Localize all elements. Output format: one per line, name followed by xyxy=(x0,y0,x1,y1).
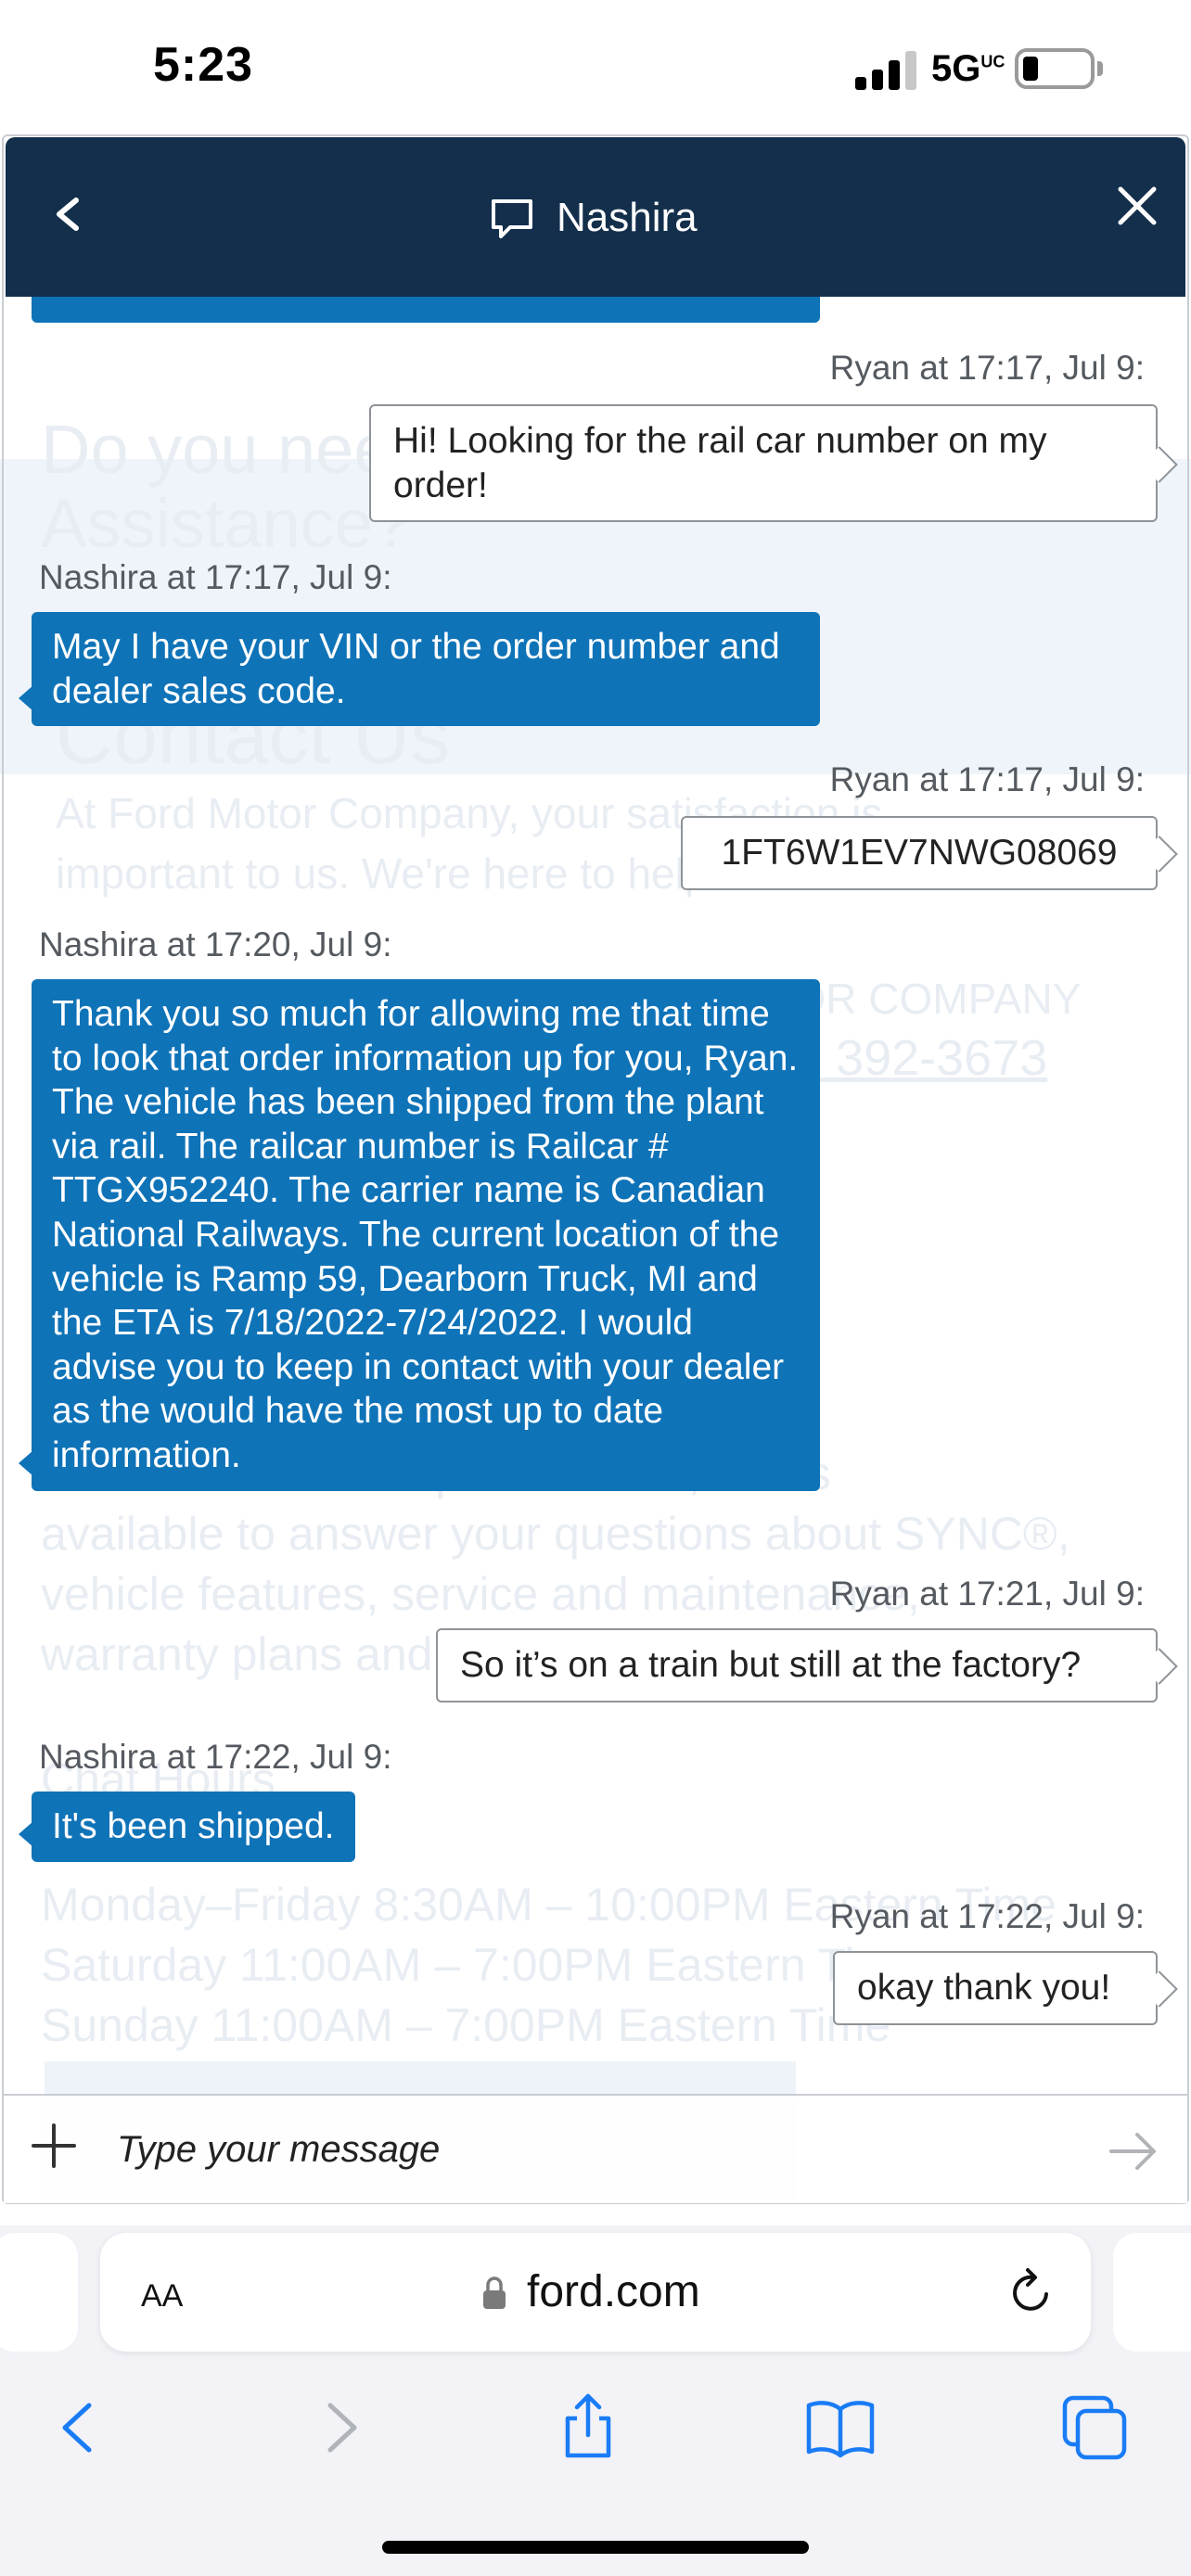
chat-title: Nashira xyxy=(488,189,698,247)
close-icon[interactable] xyxy=(1109,178,1165,234)
message-meta: Ryan at 17:22, Jul 9: xyxy=(829,1897,1145,1935)
network-indicator: 5GUC xyxy=(931,48,1005,89)
forward-icon[interactable] xyxy=(302,2391,377,2465)
plus-icon[interactable] xyxy=(26,2118,82,2174)
send-arrow-icon[interactable] xyxy=(1106,2123,1161,2179)
browser-toolbar: AA ford.com xyxy=(0,2225,1191,2576)
status-time: 5:23 xyxy=(153,38,254,92)
chat-header: Nashira xyxy=(6,137,1185,297)
previous-tab-peek[interactable] xyxy=(0,2233,78,2352)
user-message: So it’s on a train but still at the fact… xyxy=(436,1628,1158,1702)
battery-icon xyxy=(1015,48,1095,89)
message-meta: Nashira at 17:22, Jul 9: xyxy=(39,1738,392,1776)
message-composer xyxy=(4,2094,1187,2203)
chat-bubble-icon xyxy=(492,199,532,238)
chevron-left-icon[interactable] xyxy=(45,182,89,247)
home-indicator[interactable] xyxy=(382,2541,809,2554)
status-bar: 5:23 5GUC xyxy=(0,0,1191,134)
share-icon[interactable] xyxy=(551,2391,625,2465)
address-bar[interactable]: AA ford.com xyxy=(100,2233,1091,2352)
user-message: Hi! Looking for the rail car number on m… xyxy=(369,404,1158,523)
message-meta: Nashira at 17:20, Jul 9: xyxy=(39,925,392,963)
user-message: 1FT6W1EV7NWG08069 xyxy=(681,816,1158,890)
signal-strength-icon xyxy=(855,51,920,90)
user-message: okay thank you! xyxy=(833,1951,1158,2025)
agent-message: Thank you so much for allowing me that t… xyxy=(19,979,820,1491)
message-meta: Ryan at 17:17, Jul 9: xyxy=(829,760,1145,798)
back-icon[interactable] xyxy=(43,2391,117,2465)
next-tab-peek[interactable] xyxy=(1113,2233,1191,2352)
lock-icon xyxy=(483,2276,506,2309)
agent-message: May I have your VIN or the order number … xyxy=(19,612,820,727)
tabs-icon[interactable] xyxy=(1057,2391,1132,2465)
message-meta: Nashira at 17:17, Jul 9: xyxy=(39,558,392,596)
reload-icon[interactable] xyxy=(1005,2266,1057,2318)
previous-agent-bubble xyxy=(32,297,820,323)
agent-message: It's been shipped. xyxy=(19,1792,355,1862)
message-meta: Ryan at 17:21, Jul 9: xyxy=(829,1575,1145,1613)
agent-name: Nashira xyxy=(557,195,698,240)
reader-options-button[interactable]: AA xyxy=(141,2266,183,2316)
message-input[interactable] xyxy=(115,2123,1043,2175)
bookmarks-icon[interactable] xyxy=(803,2391,877,2465)
url-text[interactable]: ford.com xyxy=(527,2266,700,2317)
message-list[interactable]: Ryan at 17:17, Jul 9: Hi! Looking for th… xyxy=(6,297,1185,2096)
message-meta: Ryan at 17:17, Jul 9: xyxy=(829,349,1145,387)
